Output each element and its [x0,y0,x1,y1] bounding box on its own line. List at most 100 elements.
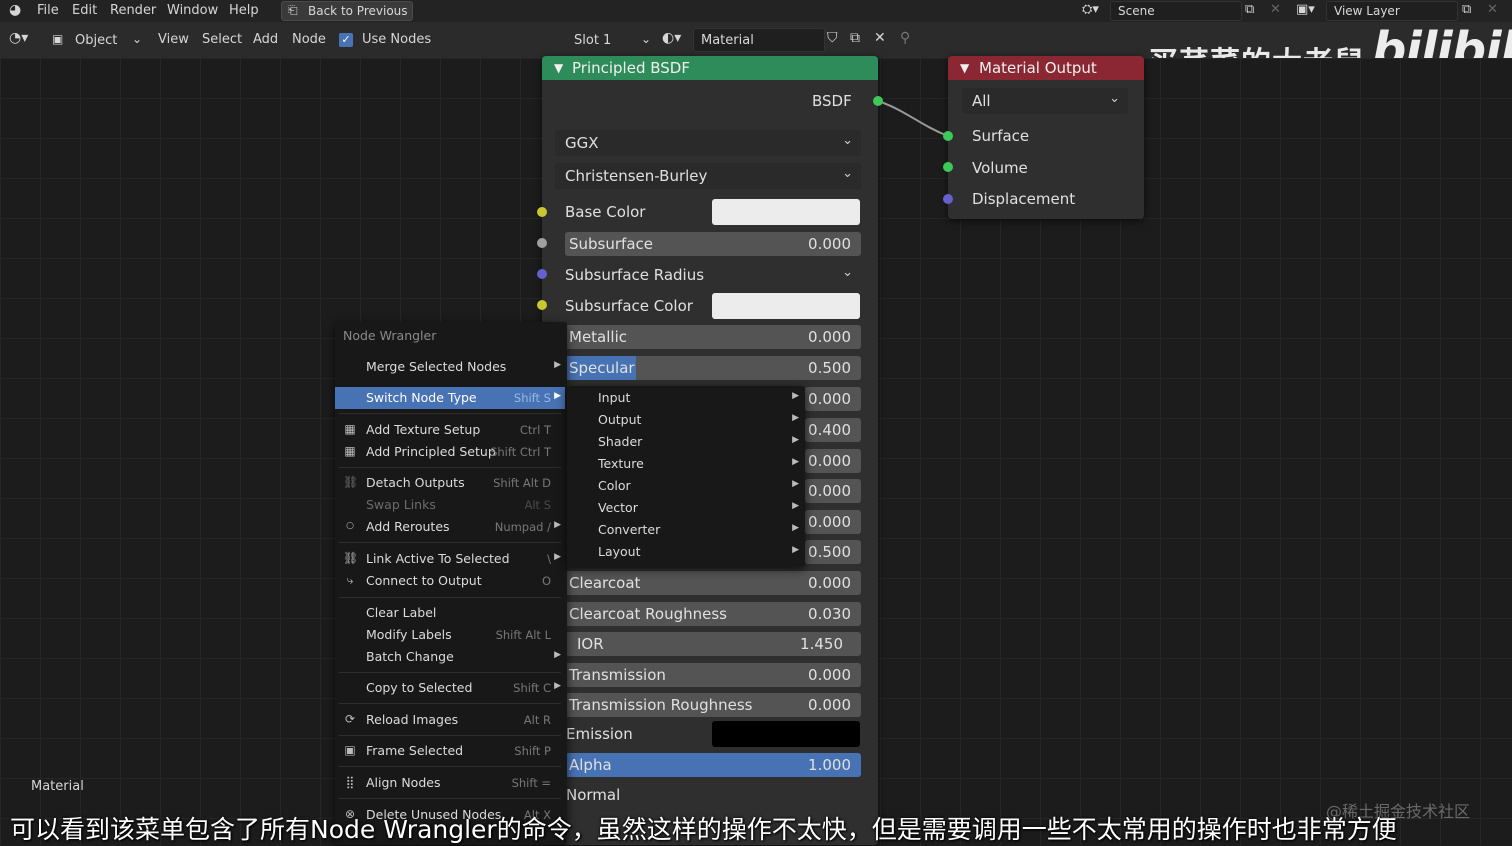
metallic-field[interactable]: Metallic 0.000 [565,325,861,349]
hidden-value-field[interactable]: 0.000 [805,510,861,534]
unlink-material-icon[interactable]: ✕ [874,30,886,46]
slot-dropdown[interactable]: Slot 1 ⌄ [566,28,654,52]
connect-output-icon: ⤷ [346,573,354,587]
hidden-value-field[interactable]: 0.500 [805,540,861,564]
header-select-menu[interactable]: Select [202,32,242,47]
material-name-field[interactable]: Material [693,28,825,52]
subtitle-text: 可以看到该菜单包含了所有Node Wrangler的命令，虽然这样的操作不太快，… [10,815,1397,844]
subsurface-color-socket[interactable] [537,300,547,310]
menu-item-align-nodes[interactable]: ⣿ Align Nodes Shift = [335,772,565,794]
menu-item-reload-images[interactable]: ⟳ Reload Images Alt R [335,709,565,731]
menu-item-connect-to-output[interactable]: ⤷ Connect to Output O [335,570,565,592]
base-color-socket[interactable] [537,207,547,217]
menu-item-switch-node-type[interactable]: Switch Node Type Shift S ▶ [335,387,565,409]
duplicate-material-icon[interactable]: ⧉ [850,30,860,46]
collapse-arrow-icon[interactable]: ▼ [554,61,563,75]
submenu-item-color[interactable]: Color ▶ [567,475,805,497]
back-to-previous-label: Back to Previous [308,4,408,18]
menu-help[interactable]: Help [229,3,259,18]
blender-logo-icon[interactable]: ◕ [9,2,21,18]
use-nodes-checkbox[interactable]: ✓ [339,33,353,47]
subsurface-method-dropdown[interactable]: Christensen-Burley ⌄ [555,163,861,189]
fake-user-shield-icon[interactable]: ⛉ [827,30,838,46]
back-to-previous-button[interactable]: ⎗ Back to Previous [281,1,413,21]
delete-view-layer-icon[interactable]: ✕ [1487,2,1498,17]
pin-icon[interactable]: ⚲ [900,30,910,46]
hidden-value-field[interactable]: 0.000 [805,387,861,411]
clearcoat-roughness-field[interactable]: Clearcoat Roughness 0.030 [565,602,861,626]
menu-item-add-principled-setup[interactable]: ▦ Add Principled Setup Shift Ctrl T [335,441,565,463]
header-view-menu[interactable]: View [158,32,189,47]
surface-input-socket[interactable] [943,131,953,141]
alpha-field[interactable]: Alpha 1.000 [565,753,861,777]
menu-render[interactable]: Render [110,3,156,18]
editor-type-icon[interactable]: ◔▾ [9,30,28,46]
menu-item-detach-outputs[interactable]: ⛓ Detach Outputs Shift Alt D [335,472,565,494]
transmission-roughness-field[interactable]: Transmission Roughness 0.000 [565,693,861,717]
displacement-input-socket[interactable] [943,194,953,204]
menu-item-add-reroutes[interactable]: ○ Add Reroutes Numpad / ▶ [335,516,565,538]
view-layer-field[interactable]: View Layer [1326,1,1458,21]
material-output-header[interactable]: ▼ Material Output [948,56,1144,80]
menu-item-modify-labels[interactable]: Modify Labels Shift Alt L [335,624,565,646]
frame-icon: ▣ [344,743,356,757]
submenu-item-texture[interactable]: Texture ▶ [567,453,805,475]
menu-item-swap-links[interactable]: Swap Links Alt S [335,494,565,516]
back-icon: ⎗ [288,3,298,17]
collapse-arrow-icon[interactable]: ▼ [960,61,969,75]
chevron-down-icon: ⌄ [842,166,853,181]
header-add-menu[interactable]: Add [253,32,278,47]
view-layer-icon[interactable]: ▣▾ [1296,2,1315,17]
menu-item-add-texture-setup[interactable]: ▦ Add Texture Setup Ctrl T [335,419,565,441]
submenu-item-output[interactable]: Output ▶ [567,409,805,431]
menu-edit[interactable]: Edit [72,3,97,18]
menu-item-link-active-to-selected[interactable]: ⛓ Link Active To Selected \ ▶ [335,548,565,570]
transmission-field[interactable]: Transmission 0.000 [565,663,861,687]
menu-item-clear-label[interactable]: Clear Label [335,602,565,624]
output-target-dropdown[interactable]: All ⌄ [962,88,1128,114]
bsdf-output-socket[interactable] [873,96,883,106]
menu-item-merge-selected-nodes[interactable]: Merge Selected Nodes ▶ [335,356,565,378]
hidden-value-field[interactable]: 0.000 [805,479,861,503]
subsurface-radius-dropdown[interactable]: Subsurface Radius ⌄ [555,262,861,288]
delete-scene-icon[interactable]: ✕ [1270,2,1281,17]
submenu-item-converter[interactable]: Converter ▶ [567,519,805,541]
submenu-item-shader[interactable]: Shader ▶ [567,431,805,453]
hidden-value-field[interactable]: 0.000 [805,449,861,473]
new-scene-icon[interactable]: ⧉ [1245,2,1254,17]
submenu-item-layout[interactable]: Layout ▶ [567,541,805,563]
submenu-item-input[interactable]: Input ▶ [567,387,805,409]
subsurface-field[interactable]: Subsurface 0.000 [565,232,861,256]
specular-field[interactable]: Specular 0.500 [565,356,861,380]
object-mode-dropdown[interactable]: ▣ Object ⌄ [47,28,145,52]
object-icon: ▣ [52,32,64,46]
transmission-roughness-value: 0.000 [808,696,851,714]
subsurface-radius-socket[interactable] [537,269,547,279]
base-color-swatch[interactable] [712,199,860,225]
clearcoat-field[interactable]: Clearcoat 0.000 [565,571,861,595]
distribution-dropdown[interactable]: GGX ⌄ [555,130,861,156]
scene-icon[interactable]: ⛭▾ [1082,2,1099,17]
material-output-node[interactable]: ▼ Material Output All ⌄ Surface Volume D… [948,56,1144,219]
menu-file[interactable]: File [37,3,59,18]
volume-input-socket[interactable] [943,162,953,172]
menu-item-batch-change[interactable]: Batch Change ▶ [335,646,565,668]
surface-input-label: Surface [972,127,1030,145]
subsurface-color-swatch[interactable] [712,293,860,319]
specular-value: 0.500 [808,359,851,377]
submenu-item-vector[interactable]: Vector ▶ [567,497,805,519]
principled-bsdf-header[interactable]: ▼ Principled BSDF [542,56,878,80]
scene-field[interactable]: Scene [1110,1,1242,21]
hidden-value-field[interactable]: 0.400 [805,418,861,442]
subsurface-socket[interactable] [537,238,547,248]
header-node-menu[interactable]: Node [292,32,326,47]
menu-item-copy-to-selected[interactable]: Copy to Selected Shift C ▶ [335,677,565,699]
emission-color-swatch[interactable] [712,721,860,747]
menu-item-frame-selected[interactable]: ▣ Frame Selected Shift P [335,740,565,762]
ior-field[interactable]: IOR 1.450 [565,632,861,656]
new-view-layer-icon[interactable]: ⧉ [1462,2,1471,17]
material-browse-icon[interactable]: ◐▾ [662,30,681,46]
menu-window[interactable]: Window [167,3,218,18]
principled-setup-icon: ▦ [344,444,356,458]
switch-node-type-submenu: Input ▶ Output ▶ Shader ▶ Texture ▶ Color ▶ V… [567,386,805,566]
